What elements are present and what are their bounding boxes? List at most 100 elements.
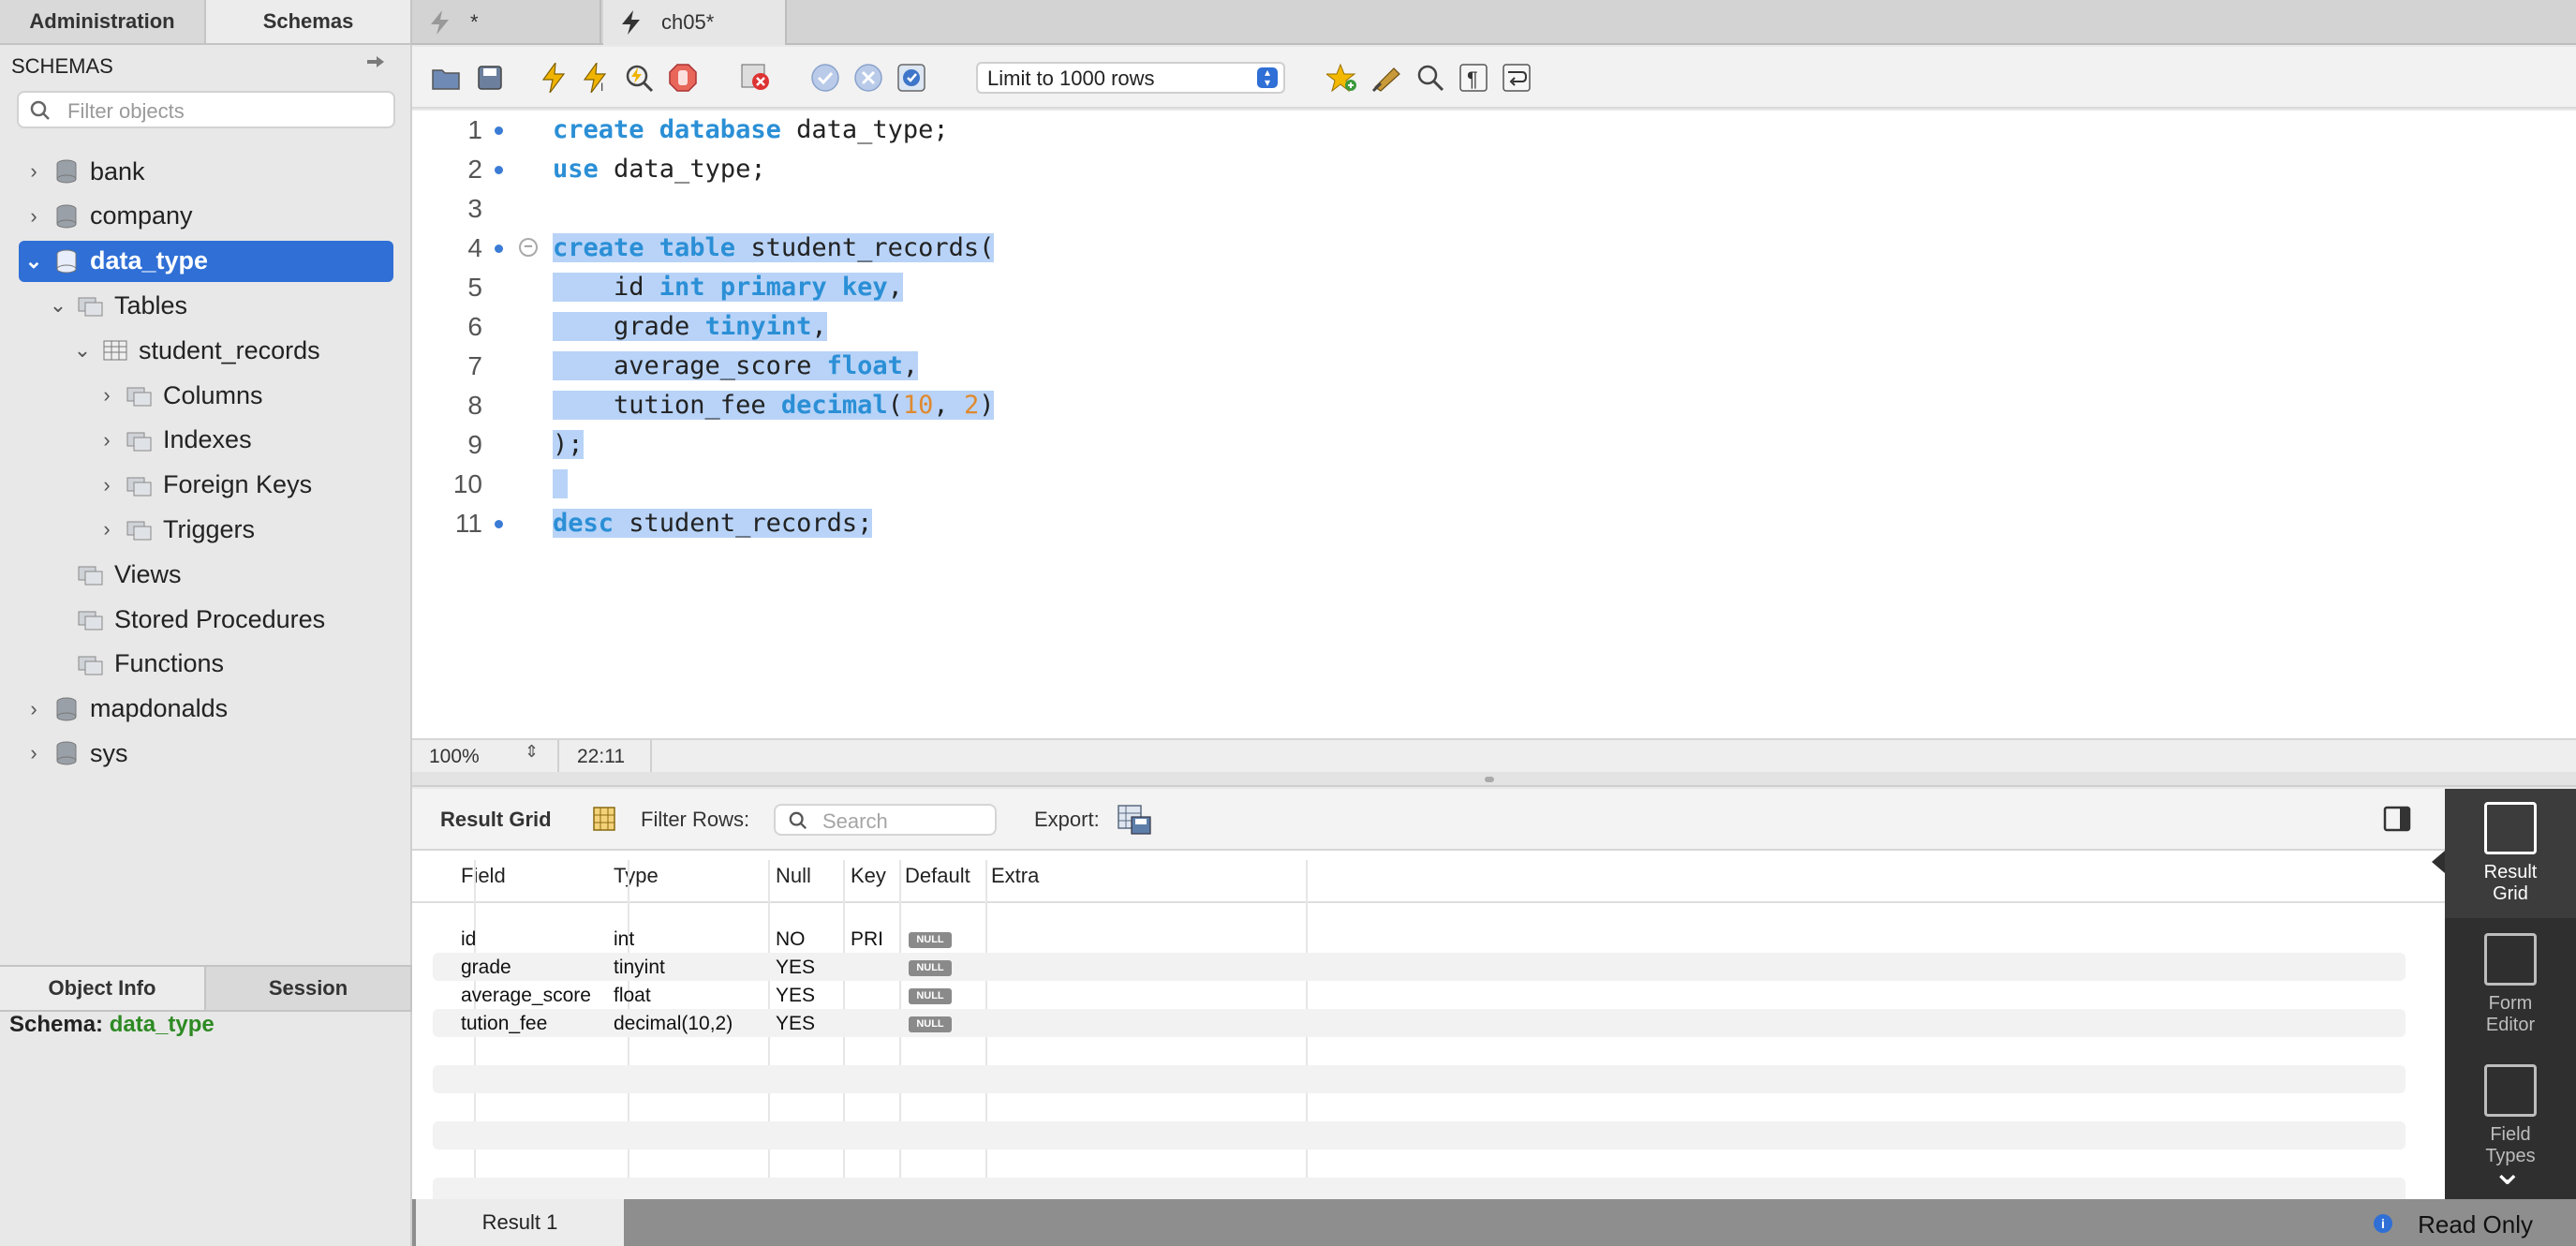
column-header-default[interactable]: Default bbox=[905, 864, 970, 888]
rollback-icon[interactable] bbox=[851, 60, 886, 96]
favorite-icon[interactable] bbox=[1325, 60, 1360, 96]
table-cell[interactable]: float bbox=[614, 985, 651, 1007]
wrap-icon[interactable] bbox=[1499, 60, 1534, 96]
view-result-grid[interactable]: Result Grid bbox=[2445, 789, 2576, 918]
sql-editor[interactable]: 1 create database data_type; 2 use data_typ… bbox=[412, 111, 2576, 738]
tree-item-triggers[interactable]: › Triggers bbox=[96, 509, 255, 550]
table-cell[interactable]: YES bbox=[776, 1013, 815, 1035]
table-row[interactable] bbox=[433, 1121, 2406, 1150]
code-line[interactable]: 9); bbox=[412, 425, 2576, 465]
column-header-type[interactable]: Type bbox=[614, 864, 659, 888]
chevron-down-icon[interactable]: ⌄ bbox=[22, 249, 45, 274]
code-line[interactable]: 4 − create table student_records( bbox=[412, 229, 2576, 268]
stop-icon[interactable] bbox=[665, 60, 701, 96]
code-line[interactable]: 8 tution_fee decimal(10, 2) bbox=[412, 386, 2576, 425]
export-icon[interactable] bbox=[1117, 804, 1152, 836]
table-cell[interactable]: PRI bbox=[851, 928, 883, 951]
table-cell[interactable]: decimal(10,2) bbox=[614, 1013, 733, 1035]
beautify-icon[interactable] bbox=[1369, 60, 1405, 96]
zoom-stepper-icon[interactable]: ⇕ bbox=[525, 742, 539, 762]
table-cell[interactable]: YES bbox=[776, 957, 815, 979]
table-row[interactable]: tution_fee decimal(10,2) YES NULL bbox=[433, 1009, 2406, 1037]
tree-item-columns[interactable]: › Columns bbox=[96, 375, 262, 416]
chevron-right-icon[interactable]: › bbox=[96, 383, 118, 408]
table-cell[interactable]: NO bbox=[776, 928, 806, 951]
grid-view-icon[interactable] bbox=[592, 806, 616, 832]
table-row[interactable]: id int NO PRI NULL bbox=[433, 925, 2406, 953]
column-header-null[interactable]: Null bbox=[776, 864, 811, 888]
tree-item-student_records[interactable]: ⌄ student_records bbox=[71, 330, 320, 371]
zoom-level[interactable]: 100% bbox=[429, 746, 480, 768]
code-line[interactable]: 2 use data_type; bbox=[412, 150, 2576, 189]
tree-item-sys[interactable]: › sys bbox=[22, 733, 127, 774]
chevron-down-icon[interactable]: ⌄ bbox=[47, 293, 69, 318]
fold-toggle-icon[interactable]: − bbox=[519, 238, 538, 257]
column-header-field[interactable]: Field bbox=[461, 864, 506, 888]
code-line[interactable]: 6 grade tinyint, bbox=[412, 307, 2576, 347]
autocommit-icon[interactable] bbox=[894, 60, 929, 96]
tab-query-ch05[interactable]: ch05* bbox=[603, 0, 787, 45]
table-cell[interactable]: YES bbox=[776, 985, 815, 1007]
tab-query-1[interactable]: * bbox=[412, 0, 601, 45]
table-row[interactable] bbox=[433, 1150, 2406, 1178]
chevron-down-icon[interactable]: ⌄ bbox=[71, 338, 94, 363]
explain-icon[interactable] bbox=[622, 60, 658, 96]
table-row[interactable] bbox=[433, 1065, 2406, 1093]
table-cell[interactable]: id bbox=[461, 928, 476, 951]
code-line[interactable]: 7 average_score float, bbox=[412, 347, 2576, 386]
save-icon[interactable] bbox=[472, 60, 508, 96]
limit-rows-select[interactable]: Limit to 1000 rows ▴ ▾ bbox=[976, 62, 1285, 94]
find-icon[interactable] bbox=[1413, 60, 1448, 96]
chevron-right-icon[interactable]: › bbox=[96, 428, 118, 452]
chevron-right-icon[interactable]: › bbox=[96, 473, 118, 497]
toggle-error-icon[interactable] bbox=[738, 60, 774, 96]
commit-icon[interactable] bbox=[807, 60, 843, 96]
tree-item-indexes[interactable]: › Indexes bbox=[96, 420, 251, 461]
splitter-grip-icon[interactable] bbox=[1485, 777, 1494, 782]
chevron-right-icon[interactable]: › bbox=[22, 741, 45, 765]
execute-current-icon[interactable]: I bbox=[579, 60, 614, 96]
chevron-right-icon[interactable]: › bbox=[22, 204, 45, 229]
filter-rows-input[interactable]: Search bbox=[774, 804, 997, 836]
chevron-right-icon[interactable]: › bbox=[96, 517, 118, 541]
tree-item-tables[interactable]: ⌄ Tables bbox=[47, 285, 187, 326]
filter-objects-input[interactable]: Filter objects bbox=[17, 91, 395, 128]
table-cell[interactable]: tinyint bbox=[614, 957, 665, 979]
code-line[interactable]: 5 id int primary key, bbox=[412, 268, 2576, 307]
code-line[interactable]: 10 bbox=[412, 465, 2576, 504]
tab-administration[interactable]: Administration bbox=[0, 0, 206, 43]
tree-item-mapdonalds[interactable]: › mapdonalds bbox=[22, 689, 228, 730]
result-grid[interactable]: Field Type Null Key Default Extra id int NO PRI N… bbox=[412, 851, 2445, 1206]
table-row[interactable]: average_score float YES NULL bbox=[433, 981, 2406, 1009]
tab-result-1[interactable]: Result 1 bbox=[416, 1199, 624, 1246]
tree-item-views[interactable]: Views bbox=[47, 554, 182, 595]
table-cell[interactable]: tution_fee bbox=[461, 1013, 547, 1035]
tree-item-foreign-keys[interactable]: › Foreign Keys bbox=[96, 465, 312, 506]
toggle-sidebar-icon[interactable] bbox=[2383, 806, 2411, 832]
code-line[interactable]: 3 bbox=[412, 189, 2576, 229]
chevron-right-icon[interactable]: › bbox=[22, 159, 45, 184]
open-folder-icon[interactable] bbox=[429, 60, 465, 96]
code-line[interactable]: 11 desc student_records; bbox=[412, 504, 2576, 543]
tree-item-stored-procedures[interactable]: Stored Procedures bbox=[47, 599, 325, 640]
execute-icon[interactable] bbox=[536, 60, 571, 96]
table-row[interactable]: grade tinyint YES NULL bbox=[433, 953, 2406, 981]
tree-item-company[interactable]: › company bbox=[22, 196, 192, 237]
view-form-editor[interactable]: Form Editor bbox=[2445, 920, 2576, 1049]
table-row[interactable] bbox=[433, 1037, 2406, 1065]
table-row[interactable] bbox=[433, 1093, 2406, 1121]
tab-schemas[interactable]: Schemas bbox=[206, 0, 412, 43]
tree-item-bank[interactable]: › bank bbox=[22, 151, 144, 192]
table-cell[interactable]: int bbox=[614, 928, 634, 951]
chevron-right-icon[interactable]: › bbox=[22, 697, 45, 721]
tree-item-functions[interactable]: Functions bbox=[47, 644, 224, 685]
panel-splitter[interactable] bbox=[412, 772, 2576, 787]
refresh-icon[interactable] bbox=[363, 52, 392, 77]
tree-item-data_type[interactable]: ⌄ data_type bbox=[19, 240, 393, 282]
code-line[interactable]: 1 create database data_type; bbox=[412, 111, 2576, 150]
tab-session[interactable]: Session bbox=[206, 967, 412, 1010]
tab-object-info[interactable]: Object Info bbox=[0, 967, 206, 1010]
column-header-extra[interactable]: Extra bbox=[991, 864, 1039, 888]
scroll-down-icon[interactable]: ⌄ bbox=[2492, 1153, 2524, 1191]
table-cell[interactable]: average_score bbox=[461, 985, 591, 1007]
